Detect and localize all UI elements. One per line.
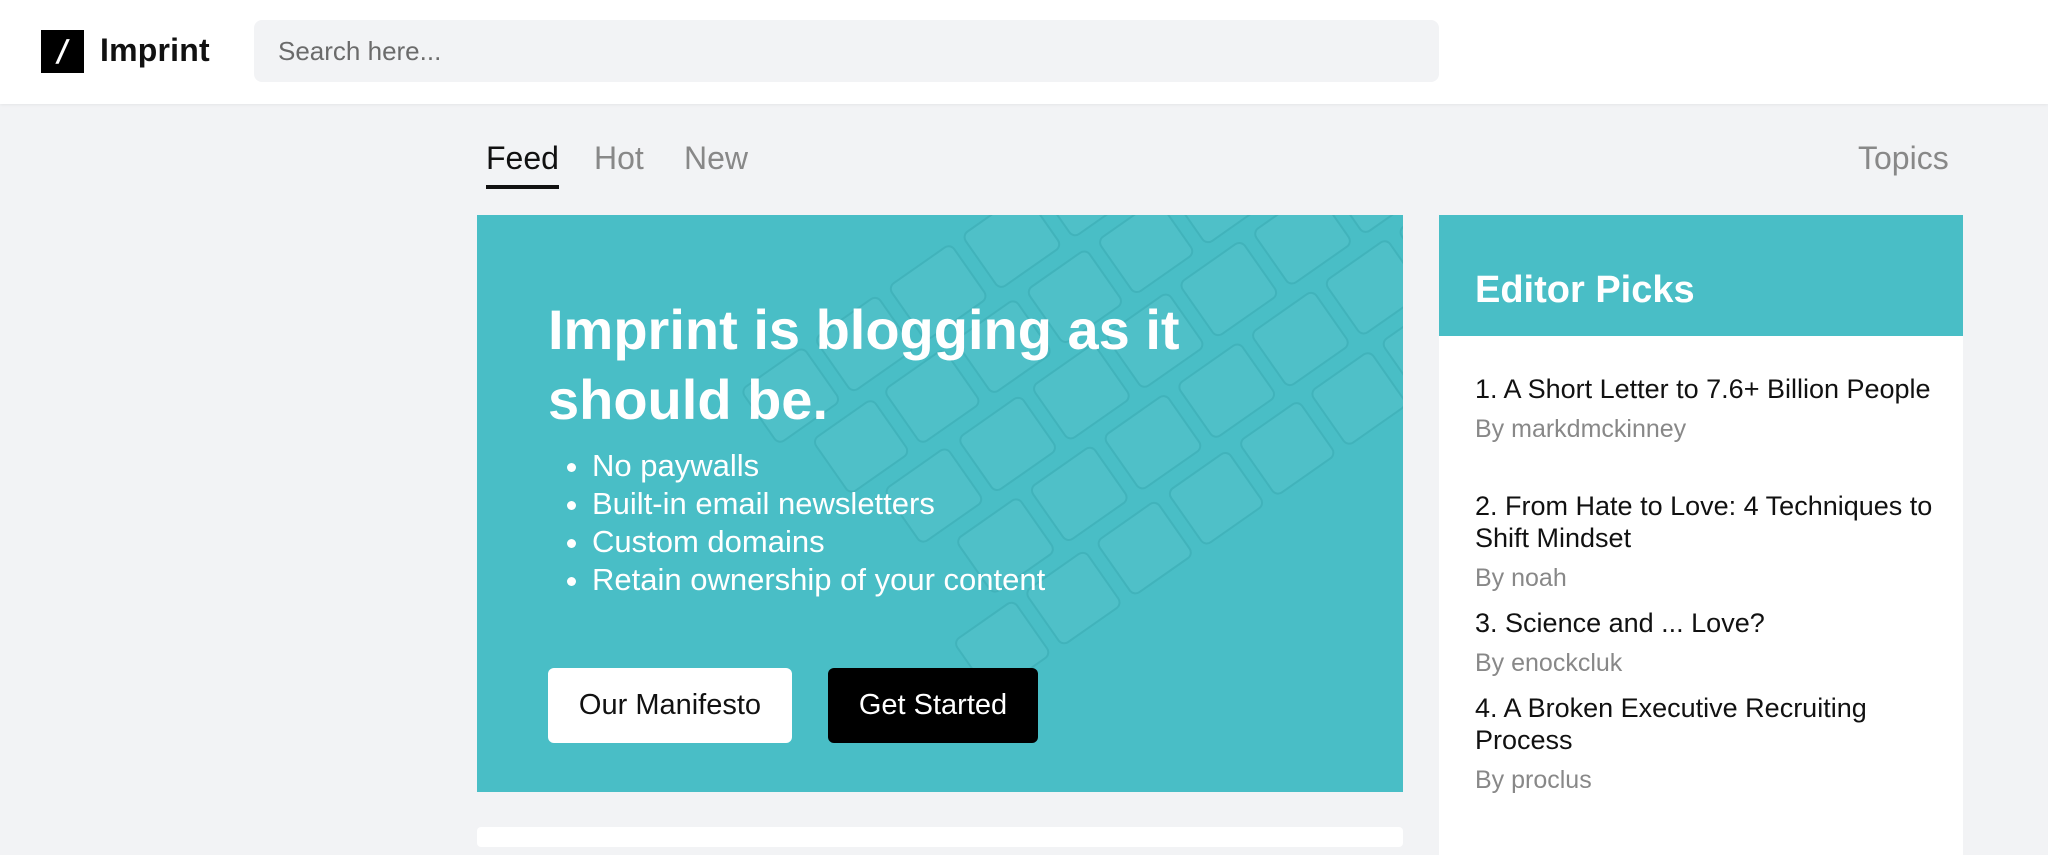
pick-title[interactable]: 4. A Broken Executive Recruiting Process (1475, 692, 1935, 756)
active-tab-underline (486, 185, 559, 189)
hero-banner: Imprint is blogging as it should be. No … (477, 215, 1403, 792)
editor-pick-item[interactable]: 2. From Hate to Love: 4 Techniques to Sh… (1475, 490, 1935, 593)
feed-card-top-edge (477, 827, 1403, 847)
feature-list: No paywalls Built-in email newsletters C… (548, 447, 1045, 599)
pick-title-text: A Broken Executive Recruiting Process (1475, 693, 1867, 755)
editor-picks-panel: Editor Picks 1. A Short Letter to 7.6+ B… (1439, 215, 1963, 855)
topics-link[interactable]: Topics (1858, 140, 1949, 177)
logo-slash-glyph: / (54, 33, 71, 69)
feature-item: Built-in email newsletters (592, 485, 1045, 523)
get-started-button[interactable]: Get Started (828, 668, 1038, 743)
editor-pick-item[interactable]: 3. Science and ... Love? By enockcluk (1475, 607, 1935, 678)
feature-item: Retain ownership of your content (592, 561, 1045, 599)
tab-hot[interactable]: Hot (594, 140, 644, 177)
top-navigation-bar: / Imprint (0, 0, 2048, 104)
pick-author[interactable]: By enockcluk (1475, 649, 1935, 678)
pick-title[interactable]: 3. Science and ... Love? (1475, 607, 1935, 639)
pick-number: 2. (1475, 491, 1498, 521)
pick-author[interactable]: By proclus (1475, 766, 1935, 795)
imprint-logo-icon[interactable]: / (41, 30, 84, 73)
hero-title: Imprint is blogging as it should be. (548, 298, 1180, 431)
editor-picks-heading: Editor Picks (1439, 215, 1963, 336)
feature-item: No paywalls (592, 447, 1045, 485)
pick-number: 3. (1475, 608, 1498, 638)
pick-title[interactable]: 2. From Hate to Love: 4 Techniques to Sh… (1475, 490, 1935, 554)
pick-title-text: A Short Letter to 7.6+ Billion People (1503, 374, 1931, 404)
pick-number: 4. (1475, 693, 1498, 723)
tab-new[interactable]: New (684, 140, 748, 177)
search-input[interactable] (254, 20, 1439, 82)
pick-author[interactable]: By markdmckinney (1475, 415, 1935, 444)
app-name[interactable]: Imprint (100, 32, 210, 69)
editor-pick-item[interactable]: 1. A Short Letter to 7.6+ Billion People… (1475, 373, 1935, 444)
feature-item: Custom domains (592, 523, 1045, 561)
pick-title-text: Science and ... Love? (1505, 608, 1765, 638)
editor-pick-item[interactable]: 4. A Broken Executive Recruiting Process… (1475, 692, 1935, 795)
pick-number: 1. (1475, 374, 1498, 404)
our-manifesto-button[interactable]: Our Manifesto (548, 668, 792, 743)
pick-author[interactable]: By noah (1475, 564, 1935, 593)
tab-feed[interactable]: Feed (486, 140, 559, 177)
pick-title-text: From Hate to Love: 4 Techniques to Shift… (1475, 491, 1933, 553)
pick-title[interactable]: 1. A Short Letter to 7.6+ Billion People (1475, 373, 1935, 405)
